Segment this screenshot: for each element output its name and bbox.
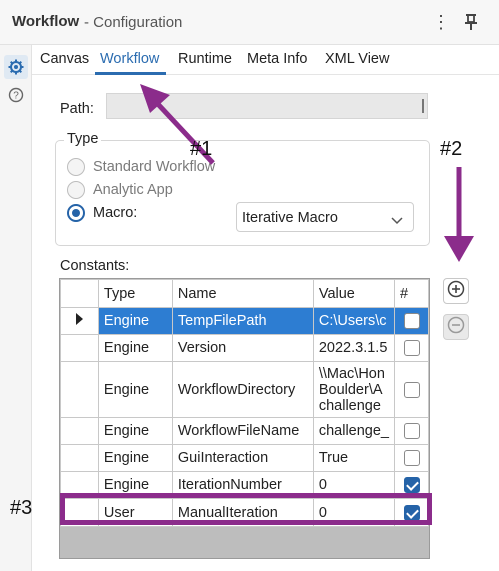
tab-xml-view[interactable]: XML View <box>325 51 389 67</box>
column-header-hash[interactable]: # <box>394 279 429 308</box>
checkbox[interactable] <box>403 423 420 440</box>
column-header-value[interactable]: Value <box>312 279 396 308</box>
radio-button-selected[interactable] <box>67 204 85 222</box>
path-field[interactable] <box>106 93 428 119</box>
cell-name[interactable]: GuiInteraction <box>171 444 314 472</box>
path-label: Path: <box>60 101 94 117</box>
panel-subtitle: - Configuration <box>84 14 183 31</box>
macro-type-value: Iterative Macro <box>242 210 338 226</box>
minus-circle-icon <box>447 316 465 339</box>
table-row[interactable]: Engine GuiInteraction True <box>60 444 429 472</box>
cell-type[interactable]: Engine <box>97 307 173 335</box>
radio-analytic-app[interactable]: Analytic App <box>67 181 173 199</box>
plus-circle-icon <box>447 280 465 303</box>
table-row[interactable]: Engine Version 2022.3.1.5 <box>60 334 429 362</box>
checkbox-checked[interactable] <box>403 477 420 494</box>
current-row-arrow-icon <box>60 307 99 335</box>
row-header-corner <box>60 279 99 308</box>
radio-label: Analytic App <box>93 182 173 198</box>
constants-label: Constants: <box>60 258 130 274</box>
column-header-name[interactable]: Name <box>171 279 314 308</box>
macro-type-select[interactable]: Iterative Macro <box>236 202 414 232</box>
cell-checkbox[interactable] <box>394 334 429 362</box>
tab-runtime[interactable]: Runtime <box>178 51 232 67</box>
cell-value[interactable]: challenge_ <box>312 417 396 445</box>
checkbox[interactable] <box>403 340 420 357</box>
add-constant-button[interactable] <box>443 278 469 304</box>
radio-button[interactable] <box>67 158 85 176</box>
annotation-arrow-2 <box>444 167 474 262</box>
tab-bar: Canvas Workflow Runtime Meta Info XML Vi… <box>32 45 499 75</box>
type-legend: Type <box>64 131 102 147</box>
text-caret <box>422 99 424 113</box>
cell-name[interactable]: WorkflowFileName <box>171 417 314 445</box>
checkbox[interactable] <box>403 313 420 330</box>
cell-value[interactable]: True <box>312 444 396 472</box>
radio-label: Standard Workflow <box>93 159 216 175</box>
cell-checkbox[interactable] <box>394 444 429 472</box>
panel-titlebar: Workflow - Configuration ⋮ <box>0 0 499 45</box>
gear-icon[interactable] <box>4 55 28 79</box>
cell-value-line: \\Mac\Hon <box>318 365 385 382</box>
cell-checkbox[interactable] <box>394 361 429 418</box>
row-header[interactable] <box>60 361 99 418</box>
cell-value-line: Boulder\A <box>318 381 383 398</box>
annotation-label-1: #1 <box>190 138 213 160</box>
cell-type[interactable]: Engine <box>97 361 173 418</box>
remove-constant-button[interactable] <box>443 314 469 340</box>
question-icon[interactable]: ? <box>4 83 28 107</box>
cell-type[interactable]: Engine <box>97 417 173 445</box>
radio-button[interactable] <box>67 181 85 199</box>
tab-canvas[interactable]: Canvas <box>40 51 89 67</box>
cell-type[interactable]: Engine <box>97 334 173 362</box>
cell-name[interactable]: TempFilePath <box>171 307 314 335</box>
annotation-highlight-box <box>60 493 432 525</box>
cell-name[interactable]: Version <box>171 334 314 362</box>
cell-type[interactable]: Engine <box>97 444 173 472</box>
tab-meta-info[interactable]: Meta Info <box>247 51 307 67</box>
cell-value[interactable]: 2022.3.1.5 <box>312 334 396 362</box>
pin-icon[interactable] <box>463 12 479 32</box>
radio-label: Macro: <box>93 205 138 221</box>
checkbox[interactable] <box>403 381 420 398</box>
cell-value[interactable]: \\Mac\Hon Boulder\A challenge <box>312 361 396 418</box>
cell-value-line: challenge <box>318 397 381 414</box>
row-header[interactable] <box>60 417 99 445</box>
row-header[interactable] <box>60 334 99 362</box>
cell-name[interactable]: WorkflowDirectory <box>171 361 314 418</box>
annotation-label-2: #2 <box>440 138 463 160</box>
table-header-row: Type Name Value # <box>60 279 429 308</box>
table-row[interactable]: Engine WorkflowFileName challenge_ <box>60 417 429 445</box>
cell-checkbox[interactable] <box>394 307 429 335</box>
checkbox[interactable] <box>403 450 420 467</box>
tab-workflow[interactable]: Workflow <box>100 51 159 67</box>
table-row[interactable]: Engine TempFilePath C:\Users\c <box>60 307 429 335</box>
left-rail: ? <box>0 45 32 571</box>
annotation-label-3: #3 <box>10 497 33 519</box>
constants-table: Type Name Value # Engine TempFilePath C:… <box>60 279 429 527</box>
cell-checkbox[interactable] <box>394 417 429 445</box>
cell-value[interactable]: C:\Users\c <box>312 307 396 335</box>
chevron-down-icon <box>391 212 403 230</box>
table-row[interactable]: Engine WorkflowDirectory \\Mac\Hon Bould… <box>60 361 429 418</box>
row-header[interactable] <box>60 444 99 472</box>
column-header-type[interactable]: Type <box>97 279 173 308</box>
svg-text:?: ? <box>13 91 19 102</box>
more-options-icon[interactable]: ⋮ <box>432 12 450 33</box>
radio-macro[interactable]: Macro: <box>67 204 137 222</box>
panel-title: Workflow <box>12 13 80 30</box>
active-tab-indicator <box>95 72 166 75</box>
